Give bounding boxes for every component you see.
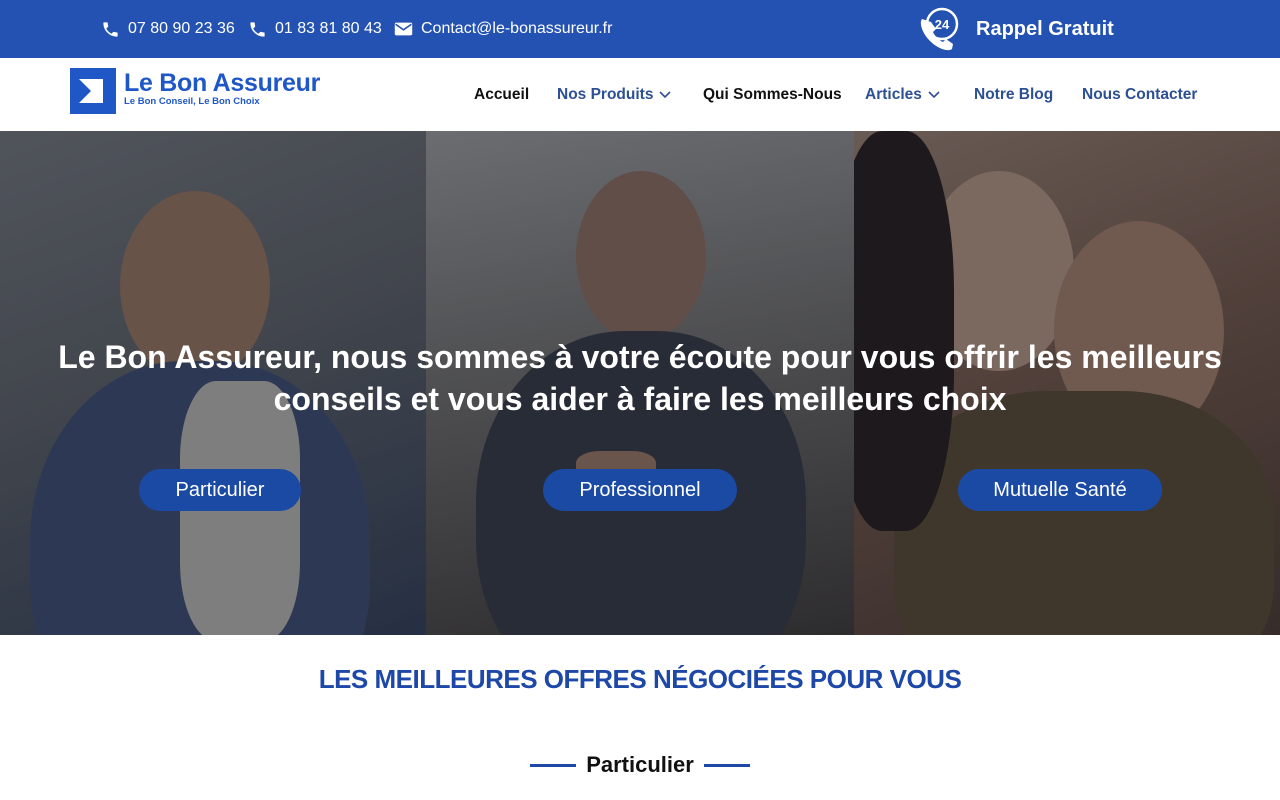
- phone-number-2: 01 83 81 80 43: [275, 20, 382, 37]
- divider-right: [703, 763, 750, 767]
- phone-link-2[interactable]: 01 83 81 80 43: [248, 0, 382, 58]
- logo-mark-icon: [70, 68, 116, 114]
- phone-number-1: 07 80 90 23 36: [128, 20, 235, 37]
- nav-articles[interactable]: Articles: [865, 58, 940, 131]
- callback-badge: 24: [935, 17, 950, 32]
- nav-label: Notre Blog: [974, 85, 1054, 103]
- nav-notre-blog[interactable]: Notre Blog: [974, 58, 1053, 131]
- chevron-down-icon: [659, 90, 672, 98]
- logo-title: Le Bon Assureur: [124, 69, 321, 97]
- nav-label: Articles: [865, 85, 922, 103]
- nav-label: Nous Contacter: [1082, 85, 1198, 103]
- site-header: Le Bon Assureur Le Bon Conseil, Le Bon C…: [0, 58, 1280, 131]
- phone-icon: [250, 21, 265, 37]
- nav-label: Nos Produits: [557, 85, 654, 103]
- phone-link-1[interactable]: 07 80 90 23 36: [101, 0, 235, 58]
- divider-left: [530, 763, 577, 767]
- hero-heading: Le Bon Assureur, nous sommes à votre éco…: [58, 339, 1222, 417]
- site-logo[interactable]: Le Bon Assureur Le Bon Conseil, Le Bon C…: [70, 68, 320, 114]
- callback-label: Rappel Gratuit: [976, 17, 1114, 40]
- phone-icon: [103, 21, 118, 37]
- contact-bar: 07 80 90 23 36 01 83 81 80 43 Contact@le…: [0, 0, 1280, 58]
- nav-nos-produits[interactable]: Nos Produits: [557, 58, 672, 131]
- nav-label: Accueil: [474, 85, 530, 103]
- subtitle-label: Particulier: [586, 752, 694, 777]
- chevron-down-icon: [928, 90, 940, 98]
- email-address: Contact@le-bonassureur.fr: [421, 20, 613, 37]
- professionnel-button[interactable]: Professionnel: [543, 469, 737, 511]
- particulier-button[interactable]: Particulier: [139, 469, 301, 511]
- email-link[interactable]: Contact@le-bonassureur.fr: [394, 0, 612, 58]
- envelope-icon: [394, 22, 413, 36]
- offers-title: LES MEILLEURES OFFRES NÉGOCIÉES POUR VOU…: [318, 664, 962, 694]
- nav-nous-contacter[interactable]: Nous Contacter: [1082, 58, 1197, 131]
- mutuelle-sante-button[interactable]: Mutuelle Santé: [958, 469, 1162, 511]
- hero-banner: Le Bon Assureur, nous sommes à votre éco…: [0, 131, 1280, 635]
- nav-accueil[interactable]: Accueil: [474, 58, 529, 131]
- nav-qui-sommes-nous[interactable]: Qui Sommes-Nous: [703, 58, 842, 131]
- phone-24-icon: 24: [920, 7, 959, 51]
- callback-link[interactable]: 24 Rappel Gratuit: [916, 0, 1114, 58]
- section-subtitle: Particulier: [0, 750, 1280, 780]
- nav-label: Qui Sommes-Nous: [703, 85, 842, 103]
- logo-tagline: Le Bon Conseil, Le Bon Choix: [124, 96, 260, 107]
